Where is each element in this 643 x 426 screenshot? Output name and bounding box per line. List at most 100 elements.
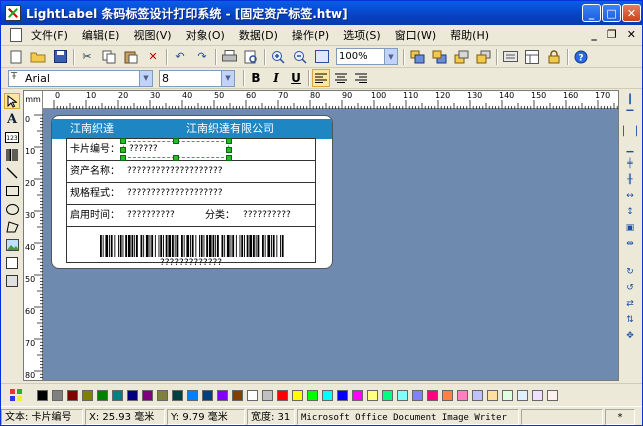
spec-label[interactable]: 规格程式： <box>70 183 120 204</box>
color-swatch[interactable] <box>412 389 423 401</box>
color-swatch[interactable] <box>487 389 498 401</box>
color-swatch[interactable] <box>307 389 318 401</box>
send-back-icon[interactable] <box>431 49 447 65</box>
color-swatch[interactable] <box>502 389 513 401</box>
color-swatch[interactable] <box>352 389 363 401</box>
center-vertical-icon[interactable]: ╫ <box>622 173 638 187</box>
send-backward-icon[interactable] <box>475 49 491 65</box>
menu-help[interactable]: 帮助(H) <box>443 25 496 46</box>
color-swatch[interactable] <box>232 389 243 401</box>
minimize-button[interactable]: _ <box>582 4 601 22</box>
rectangle-tool-icon[interactable] <box>4 183 20 199</box>
counter-tool-icon[interactable]: 123 <box>4 129 20 145</box>
menu-object[interactable]: 对象(O) <box>179 25 232 46</box>
center-horizontal-icon[interactable]: ╪ <box>622 157 638 171</box>
menu-view[interactable]: 视图(V) <box>126 25 178 46</box>
color-swatch[interactable] <box>397 389 408 401</box>
color-swatch[interactable] <box>157 389 168 401</box>
flip-icon[interactable]: ⇄ <box>622 297 638 311</box>
card-no-label[interactable]: 卡片编号： <box>70 139 120 160</box>
flip-vertical-icon[interactable]: ⇅ <box>622 313 638 327</box>
open-folder-icon[interactable] <box>30 49 46 65</box>
align-right-edge-icon[interactable]: ▏▕ <box>622 125 638 139</box>
resize-handle[interactable] <box>226 138 232 144</box>
color-swatch[interactable] <box>337 389 348 401</box>
font-size-select[interactable]: 8 ▼ <box>159 69 235 87</box>
color-swatch[interactable] <box>97 389 108 401</box>
color-swatch[interactable] <box>67 389 78 401</box>
color-swatch[interactable] <box>262 389 273 401</box>
color-swatch[interactable] <box>292 389 303 401</box>
menu-file[interactable]: 文件(F) <box>24 25 75 46</box>
color-swatch[interactable] <box>52 389 63 401</box>
layout-icon[interactable] <box>524 49 540 65</box>
color-swatch[interactable] <box>127 389 138 401</box>
help-icon[interactable]: ? <box>573 49 589 65</box>
color-swatch[interactable] <box>517 389 528 401</box>
chevron-down-icon[interactable]: ▼ <box>384 49 397 64</box>
color-swatch[interactable] <box>457 389 468 401</box>
menu-options[interactable]: 选项(S) <box>336 25 388 46</box>
zoom-out-icon[interactable] <box>292 49 308 65</box>
palette-icon[interactable] <box>8 387 24 403</box>
align-right-icon[interactable] <box>352 69 370 87</box>
resize-handle[interactable] <box>226 147 232 153</box>
mdi-minimize-button[interactable]: _ <box>591 28 597 41</box>
spec-value[interactable]: ???????????????????? <box>127 183 223 204</box>
copy-icon[interactable] <box>101 49 117 65</box>
color-swatch[interactable] <box>367 389 378 401</box>
space-horizontal-icon[interactable]: ⇹ <box>622 237 638 251</box>
center-page-icon[interactable]: ✥ <box>622 329 638 343</box>
start-date-value[interactable]: ?????????? <box>127 205 175 226</box>
ellipse-tool-icon[interactable] <box>4 201 20 217</box>
asset-name-value[interactable]: ???????????????????? <box>127 161 223 182</box>
line-tool-icon[interactable] <box>4 165 20 181</box>
print-icon[interactable] <box>221 49 237 65</box>
mdi-close-button[interactable]: ✕ <box>627 28 636 41</box>
category-value[interactable]: ?????????? <box>243 205 291 226</box>
undo-icon[interactable]: ↶ <box>172 49 188 65</box>
color-swatch[interactable] <box>202 389 213 401</box>
zoom-in-icon[interactable] <box>270 49 286 65</box>
font-name-select[interactable]: Ŧ Arial ▼ <box>8 69 153 87</box>
color-swatch[interactable] <box>82 389 93 401</box>
color-swatch[interactable] <box>247 389 258 401</box>
design-canvas[interactable]: mm 0 10 20 30 40 50 60 70 80 90 100 110 … <box>23 90 619 381</box>
barcode-text[interactable]: ????????????? <box>67 259 315 268</box>
polygon-tool-icon[interactable] <box>4 219 20 235</box>
label-header-bar[interactable]: 江南织達 江南织達有限公司 <box>52 119 332 139</box>
title-bar[interactable]: LightLabel 条码标签设计打印系统 - [固定资产标签.htw] _ □… <box>1 1 642 25</box>
new-file-icon[interactable] <box>8 49 24 65</box>
barcode-image[interactable] <box>100 235 284 257</box>
paste-icon[interactable] <box>123 49 139 65</box>
mdi-restore-button[interactable]: ❐ <box>607 28 617 41</box>
delete-icon[interactable]: ✕ <box>145 49 161 65</box>
table-tool-icon[interactable] <box>4 273 20 289</box>
color-swatch[interactable] <box>277 389 288 401</box>
close-button[interactable]: ✕ <box>622 4 641 22</box>
color-swatch[interactable] <box>322 389 333 401</box>
bring-forward-icon[interactable] <box>453 49 469 65</box>
resize-handle[interactable] <box>173 138 179 144</box>
header-left-text[interactable]: 江南织達 <box>70 119 114 139</box>
save-icon[interactable] <box>52 49 68 65</box>
color-swatch[interactable] <box>172 389 183 401</box>
color-swatch[interactable] <box>532 389 543 401</box>
color-swatch[interactable] <box>112 389 123 401</box>
select-arrow-icon[interactable] <box>4 93 20 109</box>
same-size-icon[interactable]: ▣ <box>622 221 638 235</box>
align-center-icon[interactable] <box>332 69 350 87</box>
color-swatch[interactable] <box>142 389 153 401</box>
text-tool-icon[interactable]: A <box>4 111 20 127</box>
bring-front-icon[interactable] <box>409 49 425 65</box>
zoom-select[interactable]: 100% ▼ <box>336 48 398 65</box>
header-company-text[interactable]: 江南织達有限公司 <box>186 119 274 139</box>
chevron-down-icon[interactable]: ▼ <box>221 70 234 86</box>
same-width-icon[interactable]: ↔ <box>622 189 638 203</box>
cut-icon[interactable]: ✂ <box>79 49 95 65</box>
color-swatch[interactable] <box>547 389 558 401</box>
bold-button[interactable]: B <box>247 69 265 87</box>
document-icon[interactable] <box>10 28 22 42</box>
start-date-label[interactable]: 启用时间： <box>70 205 120 226</box>
underline-button[interactable]: U <box>287 69 305 87</box>
